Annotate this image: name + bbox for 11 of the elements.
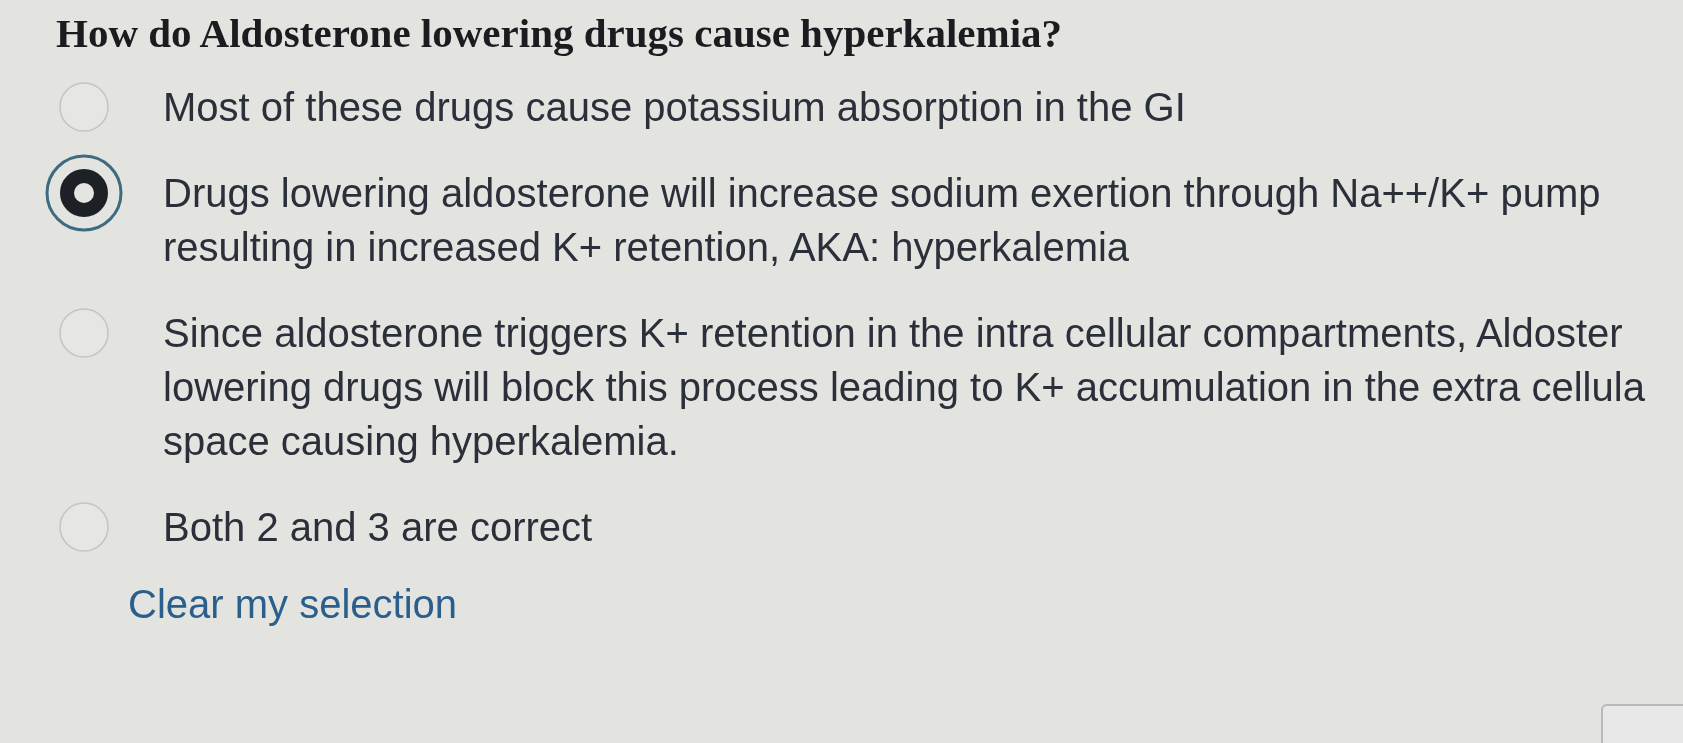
radio-button[interactable] — [59, 82, 109, 132]
radio-button[interactable] — [59, 502, 109, 552]
option-text: Since aldosterone triggers K+ retention in the intra cellular compartments, Aldoster lowering drugs will block this process leading to K+ accumulation in the extra cellula space causing hyperkalemia. — [163, 310, 1645, 465]
option-text: Drugs lowering aldosterone will increase sodium exertion through Na++/K+ pump resulting in increased K+ retention, AKA: hyperkalemia — [163, 170, 1601, 271]
option-text: Both 2 and 3 are correct — [163, 504, 593, 551]
question-title: How do Aldosterone lowering drugs cause hyperkalemia? — [56, 10, 1063, 56]
option-text: Most of these drugs cause potassium absorption in the GI — [163, 84, 1186, 131]
clear-selection-link[interactable]: Clear my selection — [128, 580, 457, 628]
radio-button[interactable] — [45, 154, 123, 232]
partial-button[interactable] — [1601, 704, 1683, 743]
radio-button[interactable] — [59, 308, 109, 358]
